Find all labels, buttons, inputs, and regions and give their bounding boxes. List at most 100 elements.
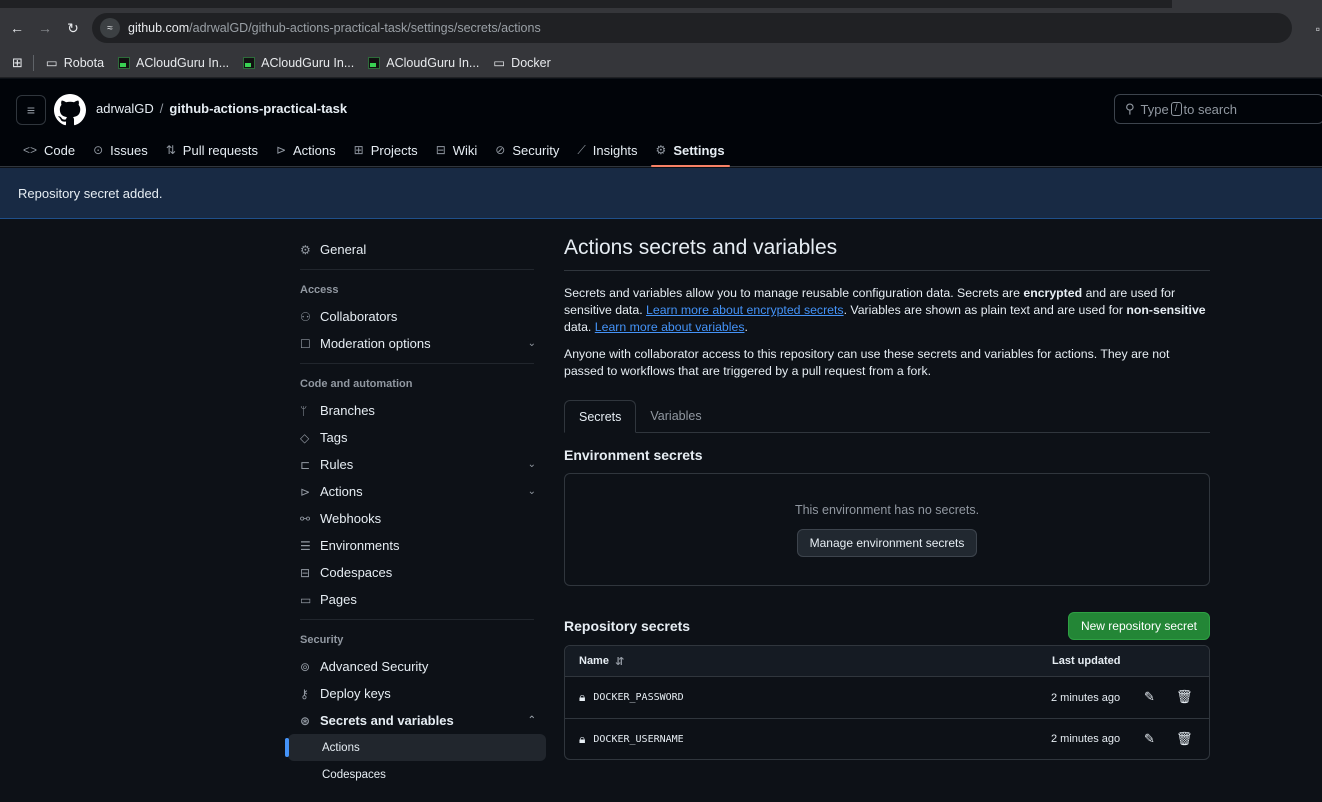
reload-icon[interactable]: ↻ (62, 17, 84, 39)
search-input[interactable]: ⚲ Type / to search (1114, 94, 1322, 124)
sidebar-item-label: Codespaces (320, 565, 393, 580)
sidebar-item-label: Actions (322, 741, 360, 754)
sidebar-item-deploy-keys[interactable]: ⚷ Deploy keys (288, 680, 546, 707)
sort-icon[interactable]: ⇵ (615, 655, 624, 668)
bookmarks-separator (32, 54, 34, 71)
main-content: Actions secrets and variables Secrets an… (564, 236, 1210, 760)
sidebar-item-label: Actions (320, 484, 363, 499)
tab-pull-requests[interactable]: ⇅ Pull requests (157, 133, 267, 167)
sidebar-subitem-actions[interactable]: Actions (285, 734, 546, 761)
tab-issues[interactable]: ⊙ Issues (84, 133, 157, 167)
shield-icon: ⊘ (495, 143, 506, 157)
tab-settings[interactable]: ⚙ Settings (647, 133, 734, 167)
owner-link[interactable]: adrwalGD (96, 101, 154, 116)
sidebar-heading-access: Access (300, 283, 339, 296)
desc-text: data. (564, 320, 592, 334)
manage-environment-secrets-button[interactable]: Manage environment secrets (796, 528, 978, 557)
sidebar-item-collaborators[interactable]: ⚇ Collaborators (288, 303, 546, 330)
sidebar-item-label: General (320, 242, 367, 257)
screen-icon[interactable]: ▫ (1316, 22, 1320, 36)
github-header: ≡ adrwalGD / github-actions-practical-task… (0, 79, 1322, 167)
tab-security[interactable]: ⊘ Security (486, 133, 568, 167)
bookmark-docker[interactable]: ▭ Docker (493, 55, 550, 71)
sidebar-item-environments[interactable]: ☰ Environments (288, 532, 546, 559)
back-icon[interactable]: ← (6, 17, 28, 39)
codescan-icon: ⊚ (300, 659, 311, 674)
sidebar-heading-security: Security (300, 633, 344, 646)
encrypted-secrets-link[interactable]: Learn more about encrypted secrets (646, 303, 844, 317)
pencil-icon[interactable]: ✎ (1144, 732, 1155, 747)
people-icon: ⚇ (300, 309, 311, 324)
tab-code[interactable]: <> Code (14, 133, 84, 167)
sidebar-item-webhooks[interactable]: ⚯ Webhooks (288, 505, 546, 532)
sidebar-item-secrets-variables[interactable]: ⊛ Secrets and variables ⌃ (288, 707, 546, 734)
repo-nav: <> Code ⊙ Issues ⇅ Pull requests ⊳ Actions ⊞… (14, 133, 734, 167)
sidebar-item-tags[interactable]: ◇ Tags (288, 424, 546, 451)
secret-name: DOCKER_USERNAME (593, 733, 684, 745)
tab-label: Insights (592, 142, 638, 158)
tab-label: Pull requests (182, 142, 258, 158)
bookmark-robota[interactable]: ▭ Robota (46, 55, 104, 71)
tab-wiki[interactable]: ⊟ Wiki (427, 133, 487, 167)
variables-link[interactable]: Learn more about variables (595, 320, 745, 334)
trash-icon[interactable]: 🗑︎ (1176, 690, 1193, 705)
page-title: Actions secrets and variables (564, 236, 1210, 271)
sidebar-item-moderation[interactable]: ☐ Moderation options ⌄ (288, 330, 546, 357)
sidebar-item-label: Collaborators (320, 309, 398, 324)
bookmark-acloudguru-1[interactable]: ACloudGuru In... (118, 56, 229, 70)
sidebar-item-general[interactable]: ⚙ General (288, 236, 546, 263)
comment-icon: ☐ (300, 336, 311, 351)
chevron-down-icon: ⌄ (527, 459, 536, 470)
sidebar-divider (300, 269, 534, 270)
search-placeholder-suffix: to search (1183, 101, 1237, 117)
tab-variables[interactable]: Variables (636, 399, 715, 432)
graph-icon: ⟋ (577, 142, 586, 157)
environment-empty-text: This environment has no secrets. (794, 502, 980, 517)
issue-icon: ⊙ (93, 143, 104, 157)
url-path: /adrwalGD/github-actions-practical-task/… (189, 21, 541, 35)
browser-address-bar: ← → ↻ ≈ github.com/adrwalGD/github-actio… (0, 8, 1322, 48)
sidebar-item-label: Deploy keys (320, 686, 391, 701)
tab-label: Issues (110, 142, 148, 158)
bookmark-acloudguru-2[interactable]: ACloudGuru In... (243, 56, 354, 70)
forward-icon[interactable]: → (34, 17, 56, 39)
pull-request-icon: ⇅ (165, 143, 176, 157)
sidebar-item-codespaces[interactable]: ⊟ Codespaces (288, 559, 546, 586)
sidebar-item-branches[interactable]: ᛘ Branches (288, 397, 546, 424)
menu-icon[interactable]: ≡ (16, 95, 46, 125)
desc-text: . Variables are shown as plain text and … (843, 303, 1123, 317)
book-icon: ⊟ (435, 143, 446, 157)
search-icon: ⚲ (1125, 101, 1135, 116)
sidebar-item-advanced-security[interactable]: ⊚ Advanced Security (288, 653, 546, 680)
apps-grid-icon[interactable]: ⊞ (12, 55, 23, 71)
code-icon: <> (23, 143, 38, 157)
desc-text: Secrets and variables allow you to manag… (564, 286, 1020, 300)
pencil-icon[interactable]: ✎ (1144, 690, 1155, 705)
github-logo-icon[interactable] (54, 94, 86, 126)
gear-icon: ⚙ (300, 242, 311, 257)
sidebar-item-rules[interactable]: ⊏ Rules ⌄ (288, 451, 546, 478)
tab-projects[interactable]: ⊞ Projects (345, 133, 427, 167)
new-repository-secret-button[interactable]: New repository secret (1067, 612, 1210, 640)
search-placeholder-prefix: Type (1140, 101, 1169, 117)
play-icon: ⊳ (275, 143, 287, 157)
tab-label: Security (512, 142, 560, 158)
sidebar-item-pages[interactable]: ▭ Pages (288, 586, 546, 613)
repo-link[interactable]: github-actions-practical-task (169, 101, 347, 116)
url-field[interactable]: ≈ github.com/adrwalGD/github-actions-pra… (92, 13, 1292, 43)
sidebar-subitem-codespaces[interactable]: Codespaces (288, 761, 546, 788)
acloudguru-icon (368, 56, 381, 69)
bookmark-acloudguru-3[interactable]: ACloudGuru In... (368, 56, 479, 70)
column-name[interactable]: Name (579, 655, 609, 667)
sidebar-item-label: Rules (320, 457, 354, 472)
tab-secrets[interactable]: Secrets (564, 400, 637, 433)
site-info-icon[interactable]: ≈ (100, 18, 120, 38)
tab-label: Code (44, 142, 76, 158)
tab-insights[interactable]: ⟋ Insights (568, 133, 646, 167)
tab-actions[interactable]: ⊳ Actions (267, 133, 345, 167)
sidebar-item-actions[interactable]: ⊳ Actions ⌄ (288, 478, 546, 505)
trash-icon[interactable]: 🗑︎ (1176, 732, 1193, 747)
bookmark-label: ACloudGuru In... (261, 55, 355, 70)
tag-icon: ◇ (300, 430, 310, 445)
webhook-icon: ⚯ (300, 511, 311, 526)
